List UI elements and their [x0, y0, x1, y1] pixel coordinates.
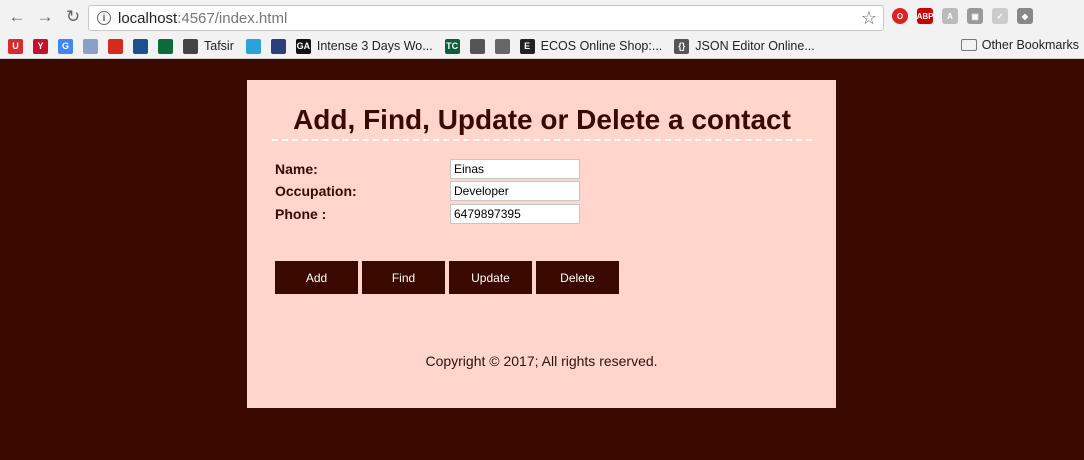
- copyright-footer: Copyright © 2017; All rights reserved.: [425, 353, 658, 369]
- url-host: localhost: [118, 9, 178, 27]
- url-path: :4567/index.html: [177, 9, 288, 27]
- back-arrow-icon[interactable]: ←: [6, 6, 28, 28]
- bookmark-14-icon[interactable]: E: [519, 38, 535, 54]
- extension-icon[interactable]: A: [942, 8, 958, 24]
- occupation-row: Occupation:: [275, 181, 580, 201]
- bookmark-15-icon[interactable]: {}: [674, 38, 690, 54]
- leaf-extension-icon[interactable]: ◆: [1017, 8, 1033, 24]
- folder-icon: [960, 39, 977, 51]
- other-bookmarks[interactable]: Other Bookmarks: [960, 38, 1079, 52]
- find-button[interactable]: Find: [362, 261, 445, 294]
- bookmark-13-icon[interactable]: [494, 38, 510, 54]
- bookmark-14-label[interactable]: ECOS Online Shop:...: [541, 39, 663, 53]
- bookmark-9-icon[interactable]: [270, 38, 286, 54]
- bookmark-star-icon[interactable]: ☆: [861, 8, 877, 29]
- pocket-extension-icon[interactable]: ▣: [967, 8, 983, 24]
- bookmark-1-icon[interactable]: Y: [33, 38, 48, 54]
- add-button[interactable]: Add: [275, 261, 358, 294]
- occupation-label: Occupation:: [275, 183, 357, 199]
- other-bookmarks-label: Other Bookmarks: [981, 38, 1079, 52]
- bookmark-4-icon[interactable]: [108, 38, 123, 54]
- phone-row: Phone :: [275, 204, 580, 224]
- forward-arrow-icon[interactable]: →: [34, 6, 56, 28]
- bookmark-2-icon[interactable]: G: [58, 38, 73, 54]
- contact-form-card: Add, Find, Update or Delete a contact Na…: [247, 80, 836, 408]
- address-bar[interactable]: i localhost:4567/index.html ☆: [88, 5, 884, 31]
- delete-button[interactable]: Delete: [536, 261, 619, 294]
- extension-icons: O ABP A ▣ ✓ ◆: [892, 8, 1033, 24]
- bookmark-7-icon[interactable]: [183, 38, 198, 54]
- reload-icon[interactable]: ↻: [62, 6, 84, 28]
- name-label: Name:: [275, 161, 318, 177]
- bird-extension-icon[interactable]: ✓: [992, 8, 1008, 24]
- bookmark-11-icon[interactable]: TC: [444, 38, 460, 54]
- bookmark-12-icon[interactable]: [469, 38, 485, 54]
- phone-input[interactable]: [450, 204, 580, 224]
- bookmark-3-icon[interactable]: [83, 38, 98, 54]
- bookmark-15-label[interactable]: JSON Editor Online...: [695, 39, 815, 53]
- bookmarks-bar: U Y G Tafsir GA Intense 3 Days Wo... TC E ECOS O…: [0, 34, 1084, 59]
- name-input[interactable]: [450, 159, 580, 179]
- page-title: Add, Find, Update or Delete a contact: [272, 104, 812, 141]
- phone-label: Phone :: [275, 206, 327, 222]
- bookmark-6-icon[interactable]: [158, 38, 173, 54]
- info-icon[interactable]: i: [97, 11, 111, 25]
- adblock-extension-icon[interactable]: ABP: [917, 8, 933, 24]
- update-button[interactable]: Update: [449, 261, 532, 294]
- bookmark-7-label[interactable]: Tafsir: [204, 39, 234, 53]
- name-row: Name:: [275, 159, 580, 179]
- browser-toolbar: ← → ↻ i localhost:4567/index.html ☆ O AB…: [0, 0, 1084, 34]
- occupation-input[interactable]: [450, 181, 580, 201]
- opera-extension-icon[interactable]: O: [892, 8, 908, 24]
- bookmark-10-label[interactable]: Intense 3 Days Wo...: [317, 39, 433, 53]
- bookmark-10-icon[interactable]: GA: [295, 38, 311, 54]
- bookmark-8-icon[interactable]: [245, 38, 261, 54]
- bookmark-0-icon[interactable]: U: [8, 38, 23, 54]
- bookmark-5-icon[interactable]: [133, 38, 148, 54]
- action-buttons: Add Find Update Delete: [275, 261, 619, 294]
